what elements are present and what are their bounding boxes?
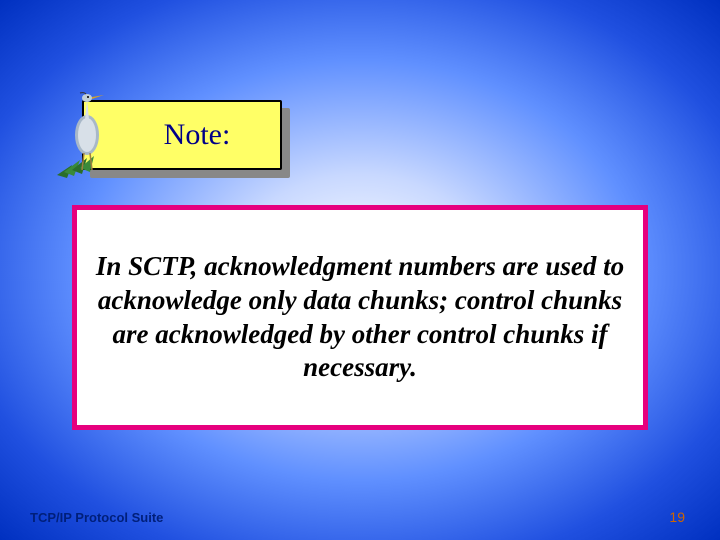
footer-title: TCP/IP Protocol Suite (30, 510, 163, 525)
page-number: 19 (669, 509, 685, 525)
content-box: In SCTP, acknowledgment numbers are used… (72, 205, 648, 430)
note-callout: Note: (82, 100, 282, 170)
content-text: In SCTP, acknowledgment numbers are used… (87, 250, 633, 385)
slide: Note: In SCTP, acknowledgment numbers ar… (0, 0, 720, 540)
note-label: Note: (164, 118, 231, 152)
heron-bird-icon (52, 90, 122, 185)
